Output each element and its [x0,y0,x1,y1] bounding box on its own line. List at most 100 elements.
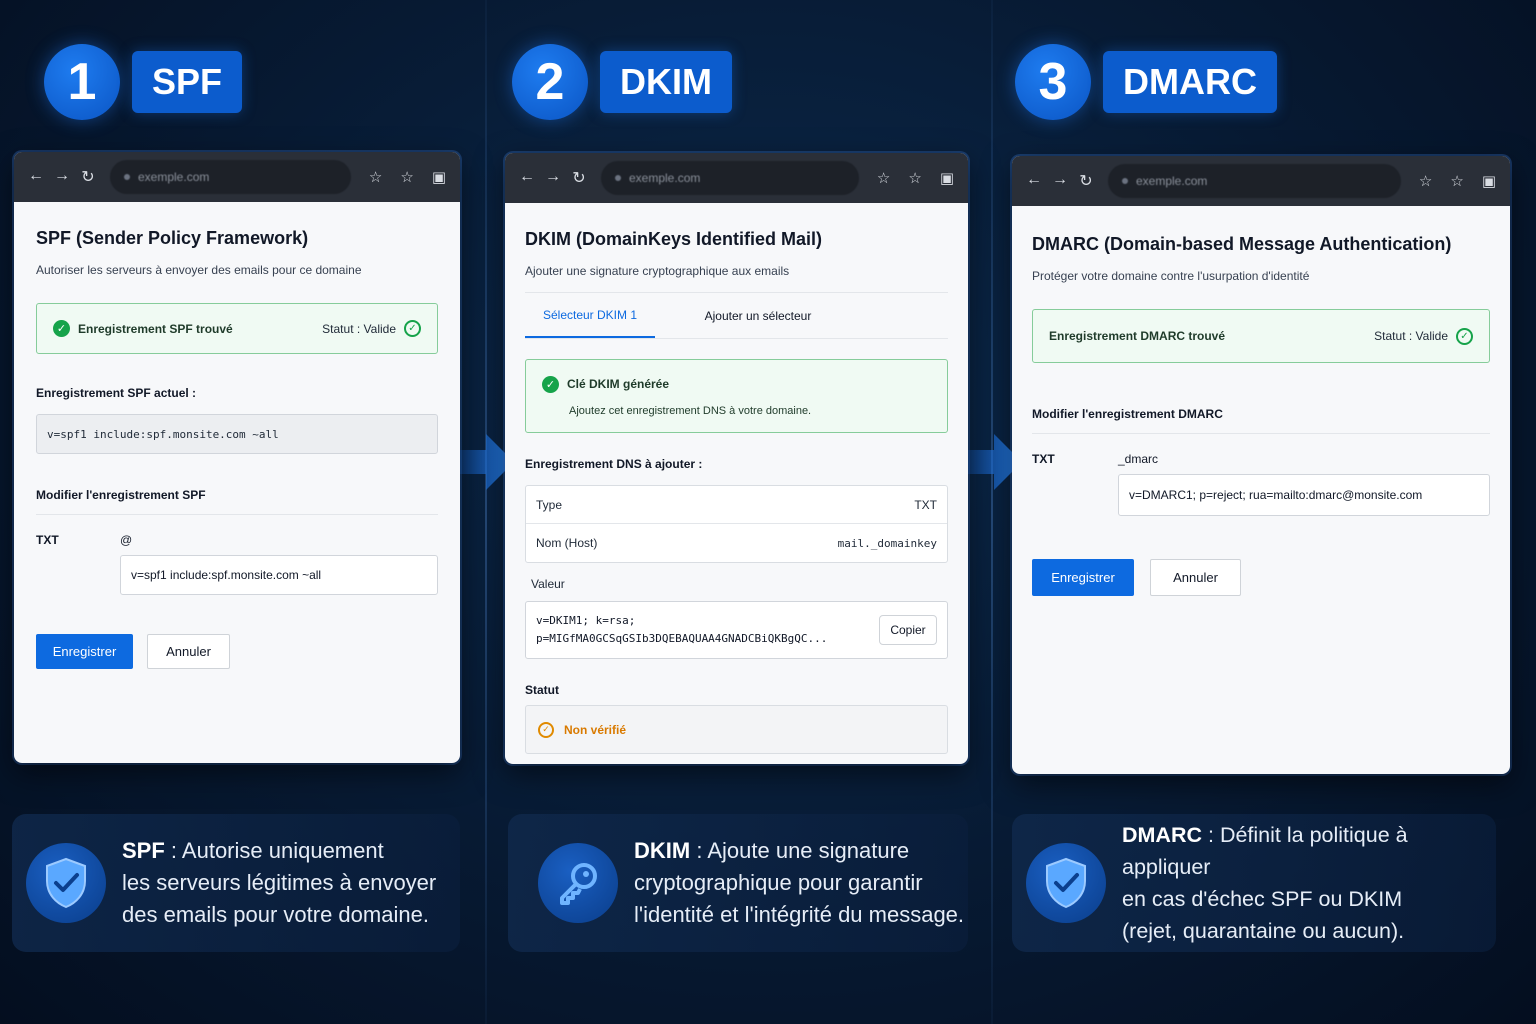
cancel-button[interactable]: Annuler [1150,559,1241,596]
dkim-value-box: v=DKIM1; k=rsa; p=MIGfMA0GCSqGSIb3DQEBAQ… [525,601,948,659]
dkim-generated-banner: ✓ Clé DKIM générée Ajoutez cet enregistr… [525,359,948,433]
divider [1032,433,1490,434]
dns-record-label: Enregistrement DNS à ajouter : [525,457,703,471]
dns-record-table: Type TXT Nom (Host) mail._domainkey [525,485,948,563]
record-type-row: TXT @ [36,533,438,547]
value-label: Valeur [531,577,565,591]
type-value: TXT [914,497,937,512]
lock-icon [1122,178,1128,184]
info-name: DKIM [634,838,691,863]
info-line-1: Autorise uniquement [181,838,384,863]
address-bar[interactable]: exemple.com [1108,164,1401,198]
found-text: Enregistrement DMARC trouvé [1049,329,1226,343]
column-divider [991,0,993,1024]
tab-add-selector[interactable]: Ajouter un sélecteur [655,293,861,338]
dmarc-value-input[interactable]: v=DMARC1; p=reject; rua=mailto:dmarc@mon… [1118,474,1490,516]
forward-icon[interactable]: → [545,168,561,188]
info-sep: : [690,838,708,863]
record-type: TXT [36,533,59,547]
step-1-header: 1 SPF [44,44,243,120]
back-icon[interactable]: ← [1026,171,1042,191]
lock-icon [124,174,130,180]
save-button[interactable]: Enregistrer [36,634,133,669]
page-subtitle: Autoriser les serveurs à envoyer des ema… [36,263,362,277]
current-record-label: Enregistrement SPF actuel : [36,386,197,400]
forward-icon[interactable]: → [1052,171,1068,191]
record-type-row: TXT _dmarc [1032,452,1490,466]
table-row: Type TXT [526,486,947,524]
found-text: Enregistrement SPF trouvé [78,321,233,336]
cancel-button[interactable]: Annuler [147,634,230,669]
page-subtitle: Ajouter une signature cryptographique au… [525,264,790,278]
spf-info-card: SPF : Autorise uniquement les serveurs l… [12,814,460,952]
host-value: mail._domainkey [837,536,937,550]
reload-icon[interactable]: ↻ [571,168,587,188]
reload-icon[interactable]: ↻ [1078,171,1094,191]
forward-icon[interactable]: → [54,167,70,187]
back-icon[interactable]: ← [28,167,44,187]
step-2-header: 2 DKIM [512,44,732,120]
shield-check-icon [1026,843,1106,923]
step-number: 3 [1015,44,1091,120]
step-3-header: 3 DMARC [1015,44,1277,120]
record-host: @ [120,533,133,547]
browser-toolbar: ← → ↻ exemple.com ☆ ☆ ▣ [505,153,968,203]
check-circle-outline-icon: ✓ [1456,327,1473,345]
dkim-value-line-1: v=DKIM1; k=rsa; [536,614,636,627]
step-number: 2 [512,44,588,120]
page-title: SPF (Sender Policy Framework) [36,228,309,248]
warning-circle-icon: ✓ [538,721,554,738]
spf-value-input[interactable]: v=spf1 include:spf.monsite.com ~all [120,555,438,595]
star-icon[interactable]: ☆ [1450,172,1463,190]
dkim-value-line-2: p=MIGfMA0GCSqGSIb3DQEBAQUAA4GNADCBiQKBgQ… [536,632,828,645]
edit-record-label: Modifier l'enregistrement SPF [36,488,206,502]
step-title: SPF [132,51,243,113]
step-title: DMARC [1103,51,1277,113]
table-row: Nom (Host) mail._domainkey [526,524,947,562]
record-type: TXT [1032,452,1055,466]
info-line-2: en cas d'échec SPF ou DKIM [1122,887,1403,911]
bookmark-icon[interactable]: ☆ [1419,172,1432,190]
edit-record-label: Modifier l'enregistrement DMARC [1032,407,1223,421]
page-title: DMARC (Domain-based Message Authenticati… [1032,234,1452,254]
reload-icon[interactable]: ↻ [80,167,96,187]
tab-selector-1[interactable]: Sélecteur DKIM 1 [525,293,655,338]
lock-icon [615,175,621,181]
column-divider [485,0,487,1024]
address-bar[interactable]: exemple.com [110,160,351,194]
save-button[interactable]: Enregistrer [1032,559,1134,596]
status-box: ✓ Non vérifié [525,705,948,754]
bookmark-icon[interactable]: ☆ [369,168,382,186]
step-number: 1 [44,44,120,120]
star-icon[interactable]: ☆ [908,169,921,187]
copy-button[interactable]: Copier [879,615,937,645]
status-badge: Statut : Valide ✓ [322,320,421,337]
info-name: SPF [122,838,165,863]
url-text: exemple.com [138,170,210,184]
dmarc-found-banner: Enregistrement DMARC trouvé Statut : Val… [1032,309,1490,363]
star-icon[interactable]: ☆ [400,168,413,186]
extension-icon[interactable]: ▣ [432,168,446,186]
extension-icon[interactable]: ▣ [940,169,954,187]
info-line-3: des emails pour votre domaine. [122,902,429,927]
back-icon[interactable]: ← [519,168,535,188]
page-subtitle: Protéger votre domaine contre l'usurpati… [1032,269,1310,283]
step-title: DKIM [600,51,732,113]
status-value: Non vérifié [564,722,627,737]
extension-icon[interactable]: ▣ [1482,172,1496,190]
dmarc-browser-window: ← → ↻ exemple.com ☆ ☆ ▣ DMARC (Domain-ba… [1012,156,1510,774]
address-bar[interactable]: exemple.com [601,161,859,195]
divider [36,514,438,515]
dmarc-info-card: DMARC : Définit la politique à appliquer… [1012,814,1496,952]
info-sep: : [1202,823,1220,847]
generated-text: Clé DKIM générée [567,377,670,391]
status-text: Statut : Valide [322,321,396,336]
url-text: exemple.com [629,171,701,185]
info-line-3: l'identité et l'intégrité du message. [634,902,965,927]
check-circle-icon: ✓ [53,320,70,337]
bookmark-icon[interactable]: ☆ [877,169,890,187]
generated-hint: Ajoutez cet enregistrement DNS à votre d… [569,404,812,417]
record-host: _dmarc [1118,452,1159,466]
shield-check-icon [26,843,106,923]
type-key: Type [536,497,563,512]
